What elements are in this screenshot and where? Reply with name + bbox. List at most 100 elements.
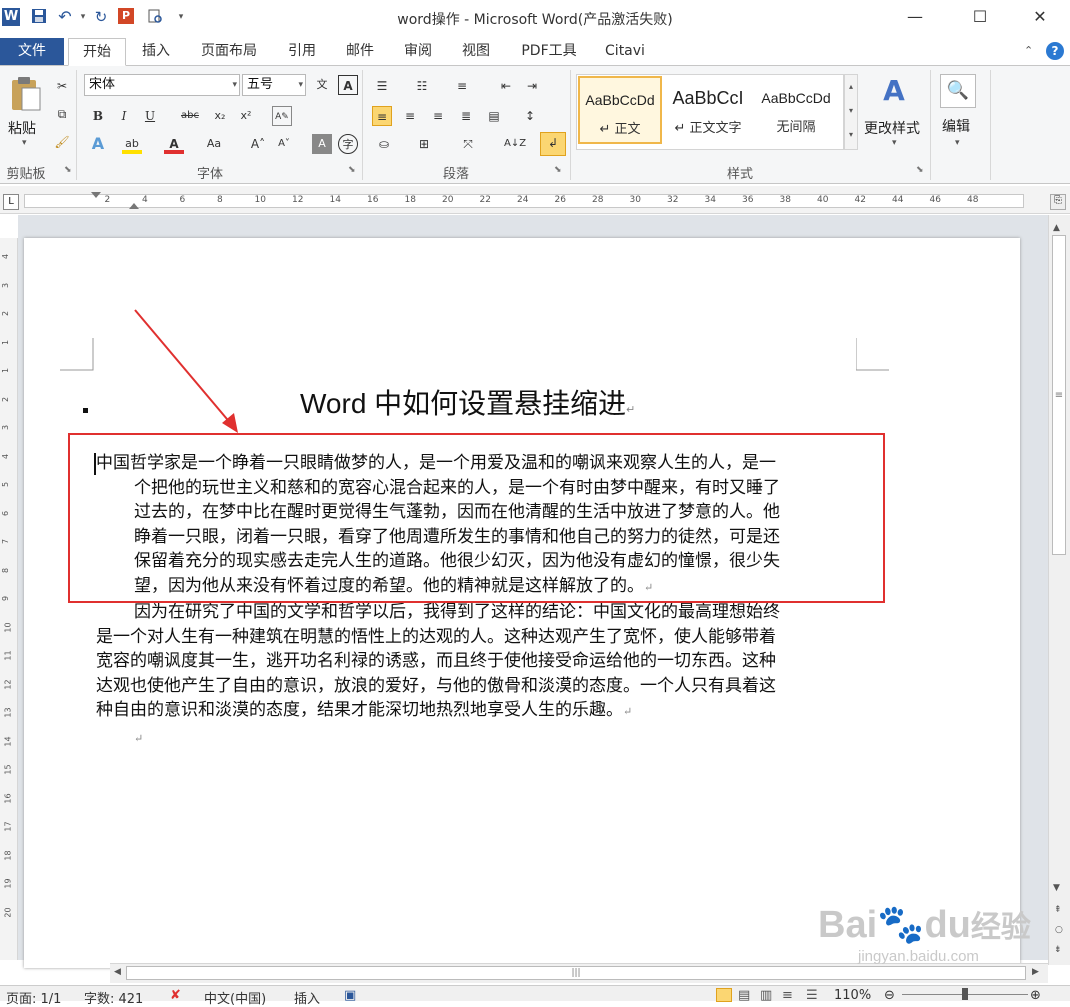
decrease-indent-icon[interactable]: ⇤ <box>496 76 516 96</box>
vruler-tick-label: 14 <box>3 735 13 747</box>
align-right-icon[interactable]: ≡ <box>428 106 448 126</box>
tab-insert[interactable]: 插入 <box>134 38 178 66</box>
help-icon[interactable]: ? <box>1046 42 1064 60</box>
tab-references[interactable]: 引用 <box>280 38 324 66</box>
tab-mailings[interactable]: 邮件 <box>338 38 382 66</box>
multilevel-list-icon[interactable]: ≡ <box>452 76 472 96</box>
hscroll-thumb[interactable]: ||| <box>126 966 1026 980</box>
grow-font-icon[interactable]: A˄ <box>248 134 268 154</box>
enclose-char-icon[interactable]: 字 <box>338 134 358 154</box>
scroll-left-icon[interactable]: ◀ <box>114 967 121 977</box>
change-case-icon[interactable]: Aa <box>204 134 224 154</box>
hanging-indent-marker[interactable] <box>129 203 139 209</box>
vertical-scrollbar[interactable]: ▲ ≡ ▼ ⇞ ○ ⇟ <box>1048 215 1070 965</box>
highlight-icon[interactable]: ab <box>122 134 142 154</box>
borders-icon[interactable]: ⊞ <box>414 134 434 154</box>
line-spacing-icon[interactable]: ↕ <box>520 106 540 126</box>
scroll-thumb[interactable]: ≡ <box>1052 235 1066 555</box>
superscript-icon[interactable]: x² <box>236 106 256 126</box>
vruler-tick-label: 8 <box>1 567 11 573</box>
scroll-right-icon[interactable]: ▶ <box>1032 967 1039 977</box>
chinese-layout-icon[interactable]: ⤧ <box>458 134 478 154</box>
paste-icon[interactable] <box>8 74 42 114</box>
close-button[interactable]: ✕ <box>1020 4 1060 30</box>
first-line-indent-marker[interactable] <box>91 192 101 198</box>
find-icon[interactable]: 🔍 <box>940 74 976 108</box>
scroll-down-icon[interactable]: ▼ <box>1053 883 1060 893</box>
ruler-tick-label: 34 <box>704 195 716 205</box>
document-title[interactable]: Word 中如何设置悬挂缩进↵ <box>300 382 635 422</box>
format-painter-icon[interactable]: 🖌 <box>52 132 72 152</box>
underline-icon[interactable]: U <box>140 106 160 126</box>
tab-home[interactable]: 开始 <box>68 38 126 66</box>
clear-format-icon[interactable]: A✎ <box>272 106 292 126</box>
char-border-icon[interactable]: A <box>338 75 358 95</box>
tab-page-layout[interactable]: 页面布局 <box>192 38 266 66</box>
paste-button-label[interactable]: 粘贴 <box>8 118 36 138</box>
font-name-combo[interactable]: 宋体 ▾ <box>84 74 240 96</box>
baidu-watermark: Bai🐾du经验 jingyan.baidu.com <box>818 905 1031 965</box>
style-no-spacing[interactable]: AaBbCcDd 无间隔 <box>754 76 838 144</box>
cut-icon[interactable]: ✂ <box>52 76 72 96</box>
paragraph-2[interactable]: 因为在研究了中国的文学和哲学以后，我得到了这样的结论：中国文化的最高理想始终 是… <box>96 600 866 751</box>
char-shading-icon[interactable]: A <box>312 134 332 154</box>
distributed-icon[interactable]: ▤ <box>484 106 504 126</box>
font-size-combo[interactable]: 五号 ▾ <box>242 74 306 96</box>
ruler-tick-label: 6 <box>179 195 186 205</box>
view-ruler-icon[interactable]: ⎘ <box>1050 194 1066 210</box>
show-marks-icon[interactable]: ↲ <box>540 132 566 156</box>
italic-icon[interactable]: I <box>114 106 134 126</box>
font-launcher-icon[interactable]: ⬊ <box>348 165 356 175</box>
paste-dropdown-icon[interactable]: ▾ <box>22 138 27 148</box>
tab-pdf-tools[interactable]: PDF工具 <box>512 38 586 66</box>
phonetic-guide-icon[interactable]: 文 <box>312 75 332 95</box>
tab-selector[interactable]: L <box>3 194 19 210</box>
subscript-icon[interactable]: x₂ <box>210 106 230 126</box>
insert-mode[interactable]: 插入 <box>294 988 320 1007</box>
tab-citavi[interactable]: Citavi <box>598 38 652 66</box>
paragraph-launcher-icon[interactable]: ⬊ <box>554 165 562 175</box>
align-center-icon[interactable]: ≡ <box>400 106 420 126</box>
print-layout-icon[interactable] <box>716 988 732 1002</box>
text-effect-icon[interactable]: A <box>88 134 108 154</box>
word-count[interactable]: 字数: 421 <box>84 988 143 1007</box>
chevron-down-icon[interactable]: ▾ <box>955 138 960 148</box>
shrink-font-icon[interactable]: A˅ <box>274 134 294 154</box>
strikethrough-icon[interactable]: abc <box>180 106 200 126</box>
editing-button-label[interactable]: 编辑 <box>942 116 970 136</box>
scroll-up-icon[interactable]: ▲ <box>1053 223 1060 233</box>
chevron-down-icon[interactable]: ▾ <box>892 138 897 148</box>
copy-icon[interactable]: ⧉ <box>52 104 72 124</box>
align-left-icon[interactable]: ≡ <box>372 106 392 126</box>
increase-indent-icon[interactable]: ⇥ <box>522 76 542 96</box>
page-count[interactable]: 页面: 1/1 <box>6 988 61 1007</box>
browse-object-icon[interactable]: ○ <box>1055 925 1063 935</box>
style-normal[interactable]: AaBbCcDd ↵ 正文 <box>578 76 662 144</box>
style-body-text[interactable]: AaBbCcI ↵ 正文文字 <box>666 76 750 144</box>
language[interactable]: 中文(中国) <box>204 988 266 1007</box>
change-styles-button[interactable]: 更改样式 <box>864 118 920 138</box>
numbering-icon[interactable]: ☷ <box>412 76 432 96</box>
bold-icon[interactable]: B <box>88 106 108 126</box>
ruler-tick-label: 48 <box>967 195 979 205</box>
minimize-button[interactable]: — <box>895 4 935 30</box>
next-page-icon[interactable]: ⇟ <box>1054 945 1062 955</box>
collapse-ribbon-icon[interactable]: ⌃ <box>1024 44 1033 57</box>
tab-file[interactable]: 文件 <box>0 38 64 65</box>
styles-launcher-icon[interactable]: ⬊ <box>916 165 924 175</box>
font-color-icon[interactable]: A <box>164 134 184 154</box>
tab-review[interactable]: 审阅 <box>396 38 440 66</box>
clipboard-launcher-icon[interactable]: ⬊ <box>64 165 72 175</box>
styles-scroll[interactable]: ▴ ▾ ▾ <box>844 74 858 150</box>
bullets-icon[interactable]: ☰ <box>372 76 392 96</box>
shading-icon[interactable]: ⛀ <box>374 134 394 154</box>
justify-icon[interactable]: ≣ <box>456 106 476 126</box>
maximize-button[interactable]: ☐ <box>960 4 1000 30</box>
horizontal-scrollbar[interactable]: ◀ ||| ▶ <box>110 963 1048 983</box>
prev-page-icon[interactable]: ⇞ <box>1054 905 1062 915</box>
text-line: 种自由的意识和淡漠的态度，结果才能深切地热烈地享受人生的乐趣。 <box>96 700 623 720</box>
sort-icon[interactable]: A↓Z <box>504 134 526 154</box>
tab-view[interactable]: 视图 <box>454 38 498 66</box>
change-styles-icon[interactable]: A <box>876 74 912 110</box>
zoom-slider-thumb[interactable] <box>962 988 968 1000</box>
